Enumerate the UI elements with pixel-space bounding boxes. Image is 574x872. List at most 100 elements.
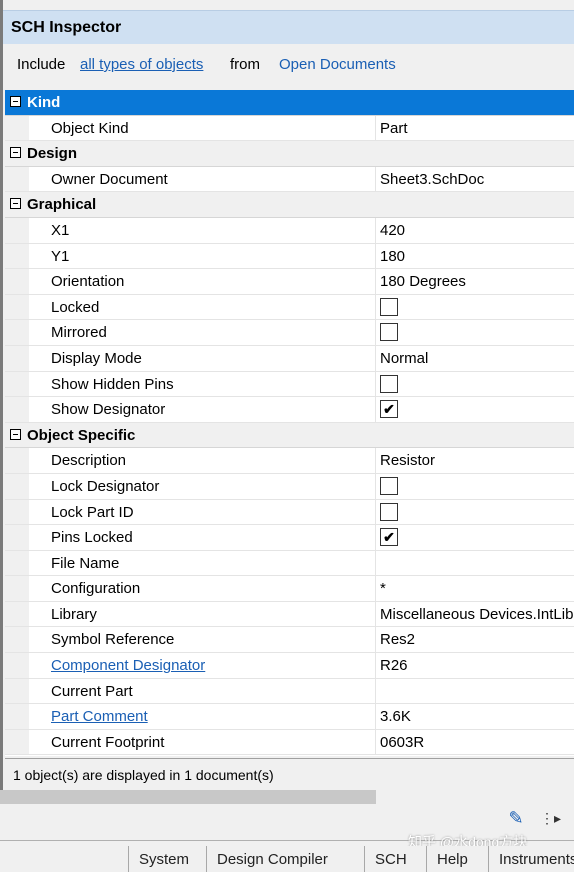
property-checkbox[interactable] (380, 502, 398, 521)
property-value-cell[interactable]: Res2 (375, 627, 574, 653)
property-value-cell[interactable]: 420 (375, 217, 574, 243)
property-name[interactable]: Component Designator (51, 657, 205, 674)
property-value-cell[interactable]: * (375, 576, 574, 601)
property-name[interactable]: Part Comment (51, 708, 148, 725)
property-checkbox[interactable]: ✔ (380, 528, 398, 547)
property-row-current-footprint[interactable]: Current Footprint 0603R (5, 729, 574, 756)
property-row-display-mode[interactable]: Display Mode Normal (5, 345, 574, 372)
property-value[interactable]: Res2 (380, 631, 415, 648)
property-value[interactable]: Miscellaneous Devices.IntLib (380, 606, 573, 623)
property-row-configuration[interactable]: Configuration * (5, 576, 574, 602)
property-value-cell[interactable]: Sheet3.SchDoc (375, 166, 574, 192)
object-types-link[interactable]: all types of objects (80, 56, 203, 73)
property-value-cell[interactable]: Resistor (375, 448, 574, 473)
property-value-cell[interactable]: 3.6K (375, 704, 574, 729)
tab-help[interactable]: Help (426, 846, 478, 872)
property-row-library[interactable]: Library Miscellaneous Devices.IntLib (5, 601, 574, 628)
property-value-cell[interactable]: 0603R (375, 729, 574, 755)
documents-scope-link[interactable]: Open Documents (279, 56, 396, 73)
row-gutter (5, 217, 29, 243)
property-name: X1 (51, 221, 70, 239)
collapse-icon[interactable] (10, 198, 21, 210)
property-value[interactable]: 180 (380, 248, 405, 265)
property-value-cell[interactable] (375, 678, 574, 704)
property-name: File Name (51, 554, 120, 572)
property-value-cell[interactable]: 180 (375, 243, 574, 269)
property-row-component-designator[interactable]: Component Designator R26 (5, 653, 574, 679)
property-row-file-name[interactable]: File Name (5, 550, 574, 577)
property-row-show-designator[interactable]: Show Designator ✔ (5, 397, 574, 423)
property-row-description[interactable]: Description Resistor (5, 448, 574, 474)
property-value[interactable]: * (380, 580, 386, 597)
property-value[interactable]: 180 Degrees (380, 273, 466, 290)
property-value-cell[interactable]: 180 Degrees (375, 269, 574, 294)
tab-design-compiler[interactable]: Design Compiler (206, 846, 338, 872)
property-row-lock-designator[interactable]: Lock Designator (5, 473, 574, 500)
property-row-symbol-reference[interactable]: Symbol Reference Res2 (5, 627, 574, 654)
category-design[interactable]: Design (5, 141, 574, 167)
property-name: Lock Designator (51, 477, 160, 495)
row-gutter (5, 115, 29, 141)
horizontal-scrollbar[interactable] (0, 790, 376, 804)
property-value-cell[interactable]: ✔ (375, 397, 574, 422)
property-value-cell[interactable] (375, 320, 574, 345)
property-value-cell[interactable] (375, 473, 574, 499)
property-row-pins-locked[interactable]: Pins Locked ✔ (5, 525, 574, 551)
property-row-orientation[interactable]: Orientation 180 Degrees (5, 269, 574, 295)
panel-title-bar[interactable]: SCH Inspector (3, 10, 574, 44)
property-value[interactable]: Sheet3.SchDoc (380, 171, 484, 188)
row-gutter (5, 499, 29, 525)
property-value-cell[interactable]: ✔ (375, 525, 574, 550)
property-checkbox[interactable] (380, 323, 398, 342)
category-graphical[interactable]: Graphical (5, 192, 574, 218)
property-value-cell[interactable]: R26 (375, 653, 574, 678)
property-checkbox[interactable] (380, 476, 398, 495)
property-checkbox[interactable] (380, 297, 398, 316)
tab-sch[interactable]: SCH (364, 846, 417, 872)
property-checkbox[interactable] (380, 374, 398, 393)
property-row-lock-part-id[interactable]: Lock Part ID (5, 499, 574, 526)
category-kind[interactable]: Kind (5, 90, 574, 116)
row-gutter (5, 601, 29, 627)
property-value[interactable]: 420 (380, 222, 405, 239)
property-name: Configuration (51, 580, 141, 598)
property-value[interactable]: 0603R (380, 734, 424, 751)
property-checkbox[interactable]: ✔ (380, 400, 398, 419)
property-value[interactable]: Part (380, 120, 408, 137)
property-value-cell[interactable] (375, 499, 574, 525)
property-row-current-part[interactable]: Current Part (5, 678, 574, 705)
property-row-locked[interactable]: Locked (5, 294, 574, 321)
property-row-y1[interactable]: Y1 180 (5, 243, 574, 270)
property-value[interactable]: Normal (380, 350, 428, 367)
property-name: Object Kind (51, 119, 129, 137)
property-value-cell[interactable] (375, 294, 574, 320)
pencil-icon[interactable]: ✎ (505, 808, 527, 830)
property-value-cell[interactable]: Miscellaneous Devices.IntLib (375, 601, 574, 627)
property-row-show-hidden-pins[interactable]: Show Hidden Pins (5, 371, 574, 398)
property-row-owner-document[interactable]: Owner Document Sheet3.SchDoc (5, 166, 574, 193)
collapse-icon[interactable] (10, 428, 21, 440)
property-value-cell[interactable] (375, 371, 574, 397)
property-row-mirrored[interactable]: Mirrored (5, 320, 574, 346)
property-row-part-comment[interactable]: Part Comment 3.6K (5, 704, 574, 730)
property-row-object-kind[interactable]: Object Kind Part (5, 115, 574, 142)
property-value[interactable]: Resistor (380, 452, 435, 469)
property-value-cell[interactable]: Part (375, 115, 574, 141)
row-gutter (5, 627, 29, 653)
category-object-specific[interactable]: Object Specific (5, 422, 574, 449)
status-bar: 1 object(s) are displayed in 1 document(… (5, 758, 574, 791)
property-value-cell[interactable]: Normal (375, 345, 574, 371)
property-value-cell[interactable] (375, 550, 574, 576)
tab-instruments[interactable]: Instruments (488, 846, 574, 872)
collapse-icon[interactable] (10, 96, 21, 107)
options-dropdown-icon[interactable]: ⋮▸ (540, 810, 570, 832)
property-value[interactable]: R26 (380, 657, 408, 674)
property-value[interactable]: 3.6K (380, 708, 411, 725)
property-name: Current Part (51, 682, 133, 700)
row-gutter (5, 653, 29, 678)
collapse-icon[interactable] (10, 147, 21, 159)
row-gutter (5, 166, 29, 192)
tab-system[interactable]: System (128, 846, 199, 872)
property-row-x1[interactable]: X1 420 (5, 217, 574, 244)
row-gutter (5, 448, 29, 473)
